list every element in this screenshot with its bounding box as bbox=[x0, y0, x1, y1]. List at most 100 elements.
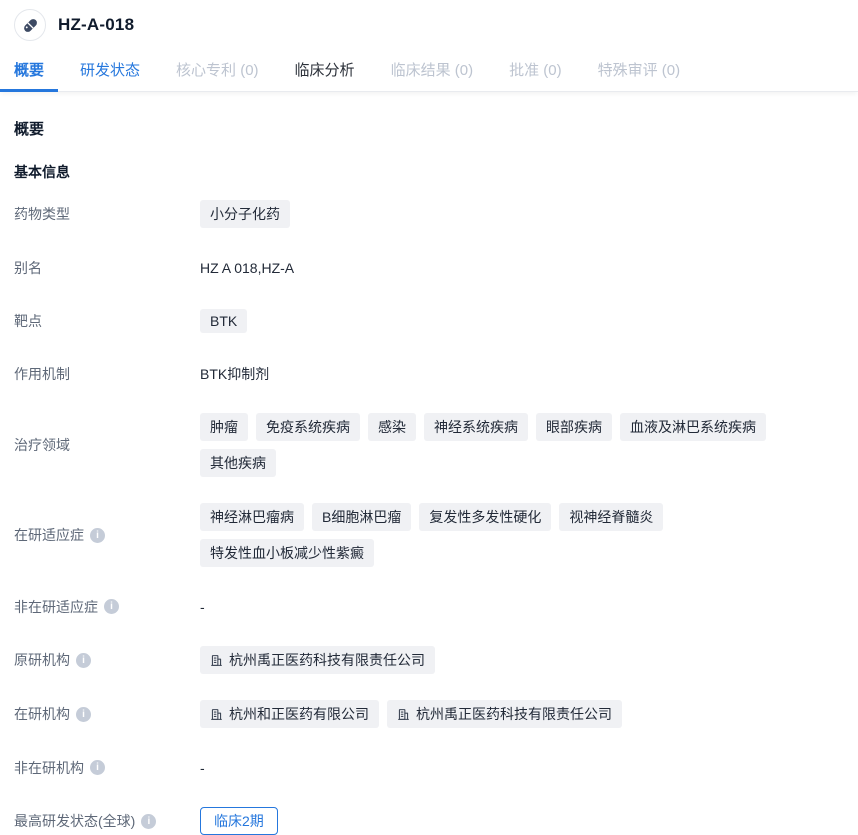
field-label-text: 在研机构 bbox=[14, 704, 70, 724]
tag-chip[interactable]: B细胞淋巴瘤 bbox=[312, 503, 411, 531]
tab-overview[interactable]: 概要 bbox=[0, 50, 58, 91]
tag-label: 其他疾病 bbox=[210, 453, 266, 473]
field-label: 靶点 bbox=[14, 311, 200, 331]
tab-label: 特殊审评 (0) bbox=[598, 62, 681, 79]
tag-chip[interactable]: 神经系统疾病 bbox=[424, 413, 528, 441]
field-value: 杭州和正医药有限公司杭州禹正医药科技有限责任公司 bbox=[200, 700, 622, 728]
field-label: 治疗领域 bbox=[14, 435, 200, 455]
org-tag[interactable]: 杭州和正医药有限公司 bbox=[200, 700, 379, 728]
tag-chip[interactable]: 视神经脊髓炎 bbox=[559, 503, 663, 531]
field-value: - bbox=[200, 760, 205, 776]
field-label-text: 别名 bbox=[14, 258, 42, 278]
field-row-alias: 别名 HZ A 018,HZ-A bbox=[14, 254, 844, 281]
tab-core-patents[interactable]: 核心专利 (0) bbox=[162, 50, 273, 91]
info-icon[interactable]: i bbox=[76, 653, 91, 668]
field-label: 最高研发状态(全球)i bbox=[14, 811, 200, 831]
field-row-active-indications: 在研适应症 i 神经淋巴瘤病 B细胞淋巴瘤 复发性多发性硬化 视神经脊髓炎特发性血小板减少… bbox=[14, 503, 844, 567]
tag-label: 肿瘤 bbox=[210, 417, 238, 437]
field-label: 在研机构 i bbox=[14, 704, 200, 724]
tag-chip[interactable]: 小分子化药 bbox=[200, 200, 290, 228]
tag-label: 神经淋巴瘤病 bbox=[210, 507, 294, 527]
drug-avatar bbox=[14, 9, 46, 41]
tab-label: 临床分析 bbox=[295, 62, 355, 79]
tag-label: 眼部疾病 bbox=[546, 417, 602, 437]
tab-label: 批准 (0) bbox=[509, 62, 562, 79]
info-icon[interactable]: i bbox=[90, 760, 105, 775]
field-value-text: - bbox=[200, 599, 205, 615]
tab-label: 概要 bbox=[14, 62, 44, 79]
tag-chip[interactable]: 免疫系统疾病 bbox=[256, 413, 360, 441]
tag-chip[interactable]: 特发性血小板减少性紫癜 bbox=[200, 539, 374, 567]
tab-clinical-analysis[interactable]: 临床分析 bbox=[281, 50, 369, 91]
field-label-text: 原研机构 bbox=[14, 650, 70, 670]
field-label: 别名 bbox=[14, 258, 200, 278]
tag-label: 血液及淋巴系统疾病 bbox=[630, 417, 756, 437]
tag-label: 免疫系统疾病 bbox=[266, 417, 350, 437]
building-icon bbox=[210, 708, 223, 721]
content: 概要 基本信息 药物类型小分子化药别名HZ A 018,HZ-A靶点BTK作用机… bbox=[0, 92, 858, 835]
tag-chip[interactable]: 感染 bbox=[368, 413, 416, 441]
field-label: 非在研机构 i bbox=[14, 758, 200, 778]
tag-chip[interactable]: BTK bbox=[200, 309, 247, 333]
section-title: 概要 bbox=[14, 118, 844, 139]
drug-detail-page: HZ-A-018 概要 研发状态 核心专利 (0) 临床分析 临床结果 (0) 批准 (0… bbox=[0, 0, 858, 835]
field-row-active-orgs: 在研机构 i 杭州和正医药有限公司杭州禹正医药科技有限责任公司 bbox=[14, 700, 844, 728]
tag-label: B细胞淋巴瘤 bbox=[322, 507, 401, 527]
field-label-text: 靶点 bbox=[14, 311, 42, 331]
tag-chip[interactable]: 神经淋巴瘤病 bbox=[200, 503, 304, 531]
tab-label: 研发状态 bbox=[80, 62, 140, 79]
field-value: 杭州禹正医药科技有限责任公司 bbox=[200, 646, 435, 674]
field-label-text: 在研适应症 bbox=[14, 525, 84, 545]
field-label-text: 药物类型 bbox=[14, 204, 70, 224]
tab-rd-status[interactable]: 研发状态 bbox=[66, 50, 154, 91]
field-value: 神经淋巴瘤病 B细胞淋巴瘤 复发性多发性硬化 视神经脊髓炎特发性血小板减少性紫癜 bbox=[200, 503, 844, 567]
tab-clinical-results[interactable]: 临床结果 (0) bbox=[377, 50, 488, 91]
field-row-inactive-orgs: 非在研机构 i - bbox=[14, 754, 844, 781]
tag-chip[interactable]: 眼部疾病 bbox=[536, 413, 612, 441]
field-value: HZ A 018,HZ-A bbox=[200, 260, 294, 276]
info-icon[interactable]: i bbox=[104, 599, 119, 614]
field-row-highest-status: 最高研发状态(全球)i临床2期 bbox=[14, 807, 844, 835]
field-label: 药物类型 bbox=[14, 204, 200, 224]
field-row-target: 靶点 BTK bbox=[14, 307, 844, 334]
field-value: BTK抑制剂 bbox=[200, 364, 269, 384]
info-icon[interactable]: i bbox=[90, 528, 105, 543]
field-row-therapeutic-areas: 治疗领域肿瘤 免疫系统疾病 感染神经系统疾病眼部疾病 血液及淋巴系统疾病其他疾病 bbox=[14, 413, 844, 477]
field-row-originator: 原研机构 i 杭州禹正医药科技有限责任公司 bbox=[14, 646, 844, 674]
tag-label: 复发性多发性硬化 bbox=[429, 507, 541, 527]
tag-chip[interactable]: 复发性多发性硬化 bbox=[419, 503, 551, 531]
page-title: HZ-A-018 bbox=[58, 15, 134, 35]
field-row-drug-type: 药物类型 小分子化药 bbox=[14, 200, 844, 228]
field-value: 小分子化药 bbox=[200, 200, 290, 228]
tab-bar: 概要 研发状态 核心专利 (0) 临床分析 临床结果 (0) 批准 (0) 特殊审评 (0) bbox=[0, 50, 858, 92]
field-label: 原研机构 i bbox=[14, 650, 200, 670]
tag-chip[interactable]: 肿瘤 bbox=[200, 413, 248, 441]
tab-special-review[interactable]: 特殊审评 (0) bbox=[584, 50, 695, 91]
tag-chip[interactable]: 血液及淋巴系统疾病 bbox=[620, 413, 766, 441]
tag-label: 小分子化药 bbox=[210, 204, 280, 224]
tag-label: 杭州和正医药有限公司 bbox=[229, 704, 369, 724]
tag-chip[interactable]: 其他疾病 bbox=[200, 449, 276, 477]
fields: 药物类型 小分子化药别名 HZ A 018,HZ-A 靶点 BTK 作用机制BTK抑制剂治… bbox=[14, 200, 844, 835]
tab-approvals[interactable]: 批准 (0) bbox=[495, 50, 576, 91]
tag-label: BTK bbox=[210, 313, 237, 329]
org-tag[interactable]: 杭州禹正医药科技有限责任公司 bbox=[200, 646, 435, 674]
tag-label: 感染 bbox=[378, 417, 406, 437]
info-icon[interactable]: i bbox=[141, 814, 156, 829]
field-label-text: 非在研适应症 bbox=[14, 597, 98, 617]
pill-icon bbox=[21, 16, 40, 35]
field-value: BTK bbox=[200, 309, 247, 333]
tag-label: 视神经脊髓炎 bbox=[569, 507, 653, 527]
building-icon bbox=[397, 708, 410, 721]
field-label: 作用机制 bbox=[14, 364, 200, 384]
field-value-text: - bbox=[200, 760, 205, 776]
active-tab-underline bbox=[0, 89, 58, 92]
tag-label: 杭州禹正医药科技有限责任公司 bbox=[229, 650, 425, 670]
field-value: 肿瘤 免疫系统疾病 感染神经系统疾病眼部疾病 血液及淋巴系统疾病其他疾病 bbox=[200, 413, 844, 477]
tab-label: 临床结果 (0) bbox=[391, 62, 474, 79]
field-label: 在研适应症 i bbox=[14, 525, 200, 545]
field-row-mechanism: 作用机制BTK抑制剂 bbox=[14, 360, 844, 387]
info-icon[interactable]: i bbox=[76, 707, 91, 722]
field-label-text: 非在研机构 bbox=[14, 758, 84, 778]
org-tag[interactable]: 杭州禹正医药科技有限责任公司 bbox=[387, 700, 622, 728]
